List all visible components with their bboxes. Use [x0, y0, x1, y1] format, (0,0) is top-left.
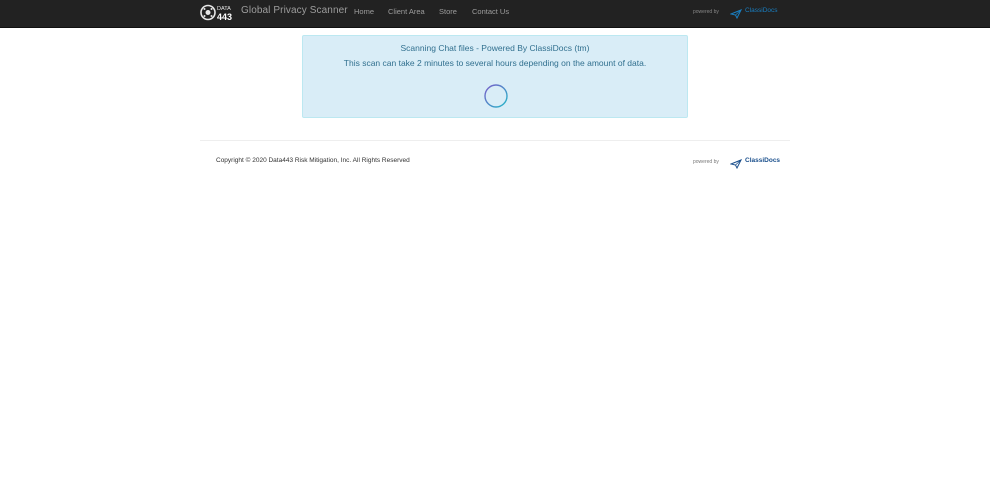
nav-classidocs-brand[interactable]: ClassiDocs	[745, 7, 778, 14]
footer-classidocs-brand[interactable]: ClassiDocs	[745, 157, 780, 164]
footer-powered-by-text: powered by	[693, 159, 719, 165]
scan-status-title: Scanning Chat files - Powered By ClassiD…	[400, 43, 590, 53]
classidocs-footer-icon	[729, 156, 743, 170]
nav-home-link[interactable]: Home	[354, 7, 374, 16]
footer-divider	[200, 140, 790, 141]
nav-store-link[interactable]: Store	[439, 7, 457, 16]
footer-copyright: Copyright © 2020 Data443 Risk Mitigation…	[216, 157, 410, 164]
scan-status-alert: Scanning Chat files - Powered By ClassiD…	[302, 35, 688, 118]
nav-contact-us-link[interactable]: Contact Us	[472, 7, 509, 16]
nav-powered-by-text: powered by	[693, 9, 719, 15]
logo-text-bottom: 443	[217, 12, 232, 22]
nav-client-area-link[interactable]: Client Area	[388, 7, 425, 16]
loading-spinner-icon	[484, 84, 508, 108]
top-navbar: DATA 443 Global Privacy Scanner Home Cli…	[0, 0, 990, 28]
data443-logo[interactable]: DATA 443	[200, 3, 234, 23]
app-title[interactable]: Global Privacy Scanner	[241, 5, 348, 16]
classidocs-nav-icon	[729, 6, 743, 20]
scan-status-message: This scan can take 2 minutes to several …	[343, 58, 647, 68]
